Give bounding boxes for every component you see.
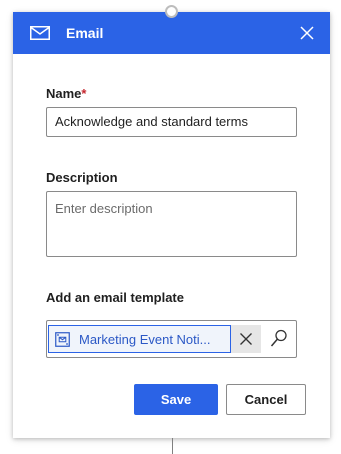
template-lookup-field[interactable]: Marketing Event Noti...: [46, 320, 297, 358]
description-placeholder: Enter description: [55, 201, 153, 216]
close-icon[interactable]: [300, 26, 314, 40]
name-label-text: Name: [46, 86, 82, 101]
template-label: Add an email template: [46, 290, 184, 305]
panel-title: Email: [66, 25, 104, 41]
search-icon[interactable]: [270, 329, 288, 349]
selected-template-label: Marketing Event Noti...: [79, 332, 211, 347]
required-marker: *: [81, 86, 87, 101]
remove-template-button[interactable]: [231, 325, 261, 353]
description-input[interactable]: Enter description: [46, 191, 297, 257]
name-input[interactable]: Acknowledge and standard terms: [46, 107, 297, 137]
close-icon: [240, 333, 252, 345]
connector-handle-top[interactable]: [165, 5, 178, 18]
save-button[interactable]: Save: [134, 384, 218, 415]
template-icon: [55, 332, 70, 347]
mail-icon: [30, 26, 50, 40]
connector-line-bottom: [172, 438, 173, 454]
name-label: Name*: [46, 86, 86, 101]
cancel-button[interactable]: Cancel: [226, 384, 306, 415]
description-label: Description: [46, 170, 118, 185]
selected-template-chip[interactable]: Marketing Event Noti...: [48, 325, 231, 353]
panel-header: Email: [13, 12, 330, 54]
email-step-panel: Email Name* Acknowledge and standard ter…: [13, 12, 330, 438]
